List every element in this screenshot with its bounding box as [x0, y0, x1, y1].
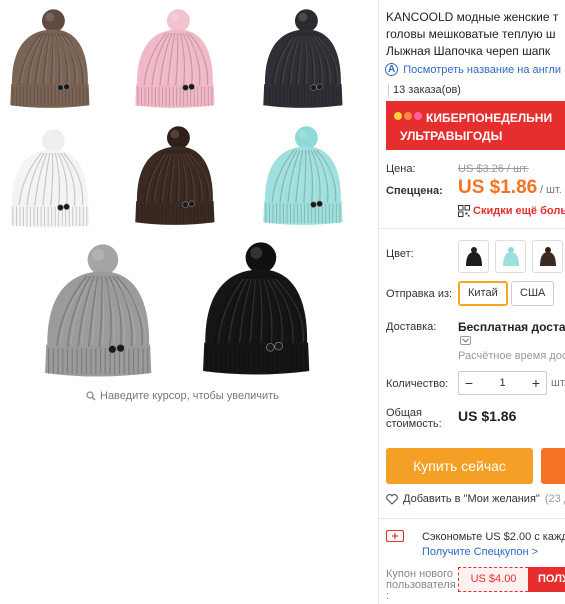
quantity-stepper: − 1 +	[458, 371, 547, 395]
hat-image-grey[interactable]	[38, 238, 156, 384]
heart-icon	[386, 493, 398, 505]
chevron-down-icon	[462, 338, 469, 343]
hat-mint-icon	[263, 126, 343, 225]
get-special-coupon-link[interactable]: Получите Спецкупон >	[422, 546, 538, 558]
ai-translate-icon: A	[385, 63, 399, 76]
wishlist-count: (23 до	[544, 493, 565, 505]
add-to-wishlist-link[interactable]: Добавить в "Мои желания" (23 до	[386, 493, 565, 505]
quantity-decrease-button[interactable]: −	[459, 372, 479, 394]
color-swatch-brown[interactable]	[532, 240, 563, 273]
hat-grey-icon	[45, 244, 152, 377]
more-discounts-link[interactable]: Скидки ещё больш	[458, 205, 565, 217]
special-price: US $1.86	[458, 177, 538, 198]
hat-image-white[interactable]	[5, 123, 93, 235]
orders-count: 13 заказа(ов)	[393, 84, 461, 96]
product-title-line: головы мешковатые теплую ш	[386, 27, 556, 41]
delivery-dropdown[interactable]	[460, 336, 471, 345]
banner-title: КИБЕРПОНЕДЕЛЬНИ	[426, 111, 553, 125]
hat-image-mint[interactable]	[258, 120, 346, 232]
price-label: Цена:	[386, 163, 416, 175]
hat-black-icon	[203, 242, 310, 375]
old-price: US $3.26 / шт.	[458, 163, 529, 175]
divider	[379, 228, 565, 229]
hat-white-icon	[10, 129, 90, 228]
hat-thumbnail-icon	[465, 246, 482, 266]
promo-banner[interactable]: КИБЕРПОНЕДЕЛЬНИ УЛЬТРАВЫГОДЫ	[386, 101, 565, 150]
product-title-line: KANCOOLD модные женские т	[386, 10, 559, 24]
hat-pink-icon	[135, 9, 215, 108]
zoom-hint: Наведите курсор, чтобы увеличить	[86, 390, 279, 402]
product-info-panel: KANCOOLD модные женские т головы мешкова…	[378, 0, 565, 604]
get-coupon-button[interactable]: ПОЛУ	[528, 567, 565, 592]
hat-image-chocolate[interactable]	[130, 120, 218, 232]
save-coupon-text: Сэкономьте US $2.00 с кажды	[422, 531, 565, 543]
color-swatch-black[interactable]	[458, 240, 489, 273]
new-user-coupon-label-line: пользователя	[386, 579, 456, 591]
price-unit: / шт.	[540, 184, 562, 196]
product-title-line: Лыжная Шапочка череп шапк	[386, 44, 551, 58]
banner-dot	[394, 112, 402, 120]
color-swatch-mint[interactable]	[495, 240, 526, 273]
hat-image-brown[interactable]	[5, 3, 93, 115]
delivery-value: Бесплатная доставка	[458, 320, 565, 334]
product-title: KANCOOLD модные женские т головы мешкова…	[386, 9, 565, 60]
ship-from-china[interactable]: Китай	[458, 281, 508, 306]
quantity-unit: шт.	[551, 377, 565, 389]
zoom-hint-text: Наведите курсор, чтобы увеличить	[100, 390, 279, 402]
magnifier-icon	[86, 391, 96, 401]
hat-chocolate-icon	[135, 126, 215, 225]
product-gallery[interactable]: Наведите курсор, чтобы увеличить	[0, 0, 378, 410]
ship-from-label: Отправка из:	[386, 288, 453, 300]
translate-title-text: Посмотреть название на англи	[403, 63, 562, 76]
ship-from-usa[interactable]: США	[511, 281, 555, 306]
banner-dot	[414, 112, 422, 120]
hat-brown-icon	[10, 9, 90, 108]
divider	[379, 518, 565, 519]
total-label: Общая стоимость:	[386, 408, 442, 430]
quantity-increase-button[interactable]: +	[526, 372, 546, 394]
hat-thumbnail-icon	[539, 246, 556, 266]
divider	[388, 84, 389, 97]
banner-subtitle: УЛЬТРАВЫГОДЫ	[400, 129, 503, 143]
qr-code-icon	[458, 205, 470, 217]
hat-dark-grey-icon	[263, 9, 343, 108]
translate-title-link[interactable]: A Посмотреть название на англи	[385, 63, 561, 76]
coupon-icon	[386, 530, 404, 542]
new-user-coupon-label: Купон нового пользователя :	[386, 569, 456, 602]
hat-image-pink[interactable]	[130, 3, 218, 115]
more-discounts-text: Скидки ещё больш	[473, 205, 565, 217]
buy-now-button[interactable]: Купить сейчас	[386, 448, 533, 484]
banner-dots-icon	[394, 112, 422, 120]
total-label-line: стоимость:	[386, 418, 442, 430]
total-price: US $1.86	[458, 408, 517, 424]
delivery-label: Доставка:	[386, 321, 437, 333]
hat-image-dark-grey[interactable]	[258, 3, 346, 115]
hat-image-black[interactable]	[196, 236, 314, 382]
quantity-label: Количество:	[386, 378, 449, 390]
add-to-cart-button[interactable]	[541, 448, 565, 484]
special-price-label: Спеццена:	[386, 185, 443, 197]
color-label: Цвет:	[386, 248, 414, 260]
delivery-estimate: Расчётное время доста	[458, 350, 565, 362]
banner-dot	[404, 112, 412, 120]
quantity-input[interactable]: 1	[479, 377, 526, 389]
hat-thumbnail-icon	[502, 246, 519, 266]
new-user-coupon-label-line: :	[386, 590, 390, 602]
new-user-coupon-value: US $4.00	[458, 567, 528, 592]
wishlist-text: Добавить в "Мои желания"	[403, 493, 540, 505]
